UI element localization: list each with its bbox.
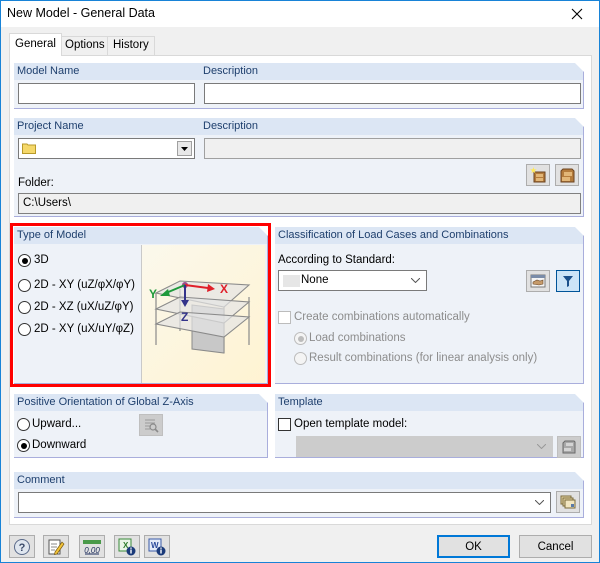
z-axis-upward-label: Upward... (32, 418, 82, 430)
drawer-icon (562, 440, 576, 454)
model-type-2d-xy-uxuy-radio[interactable] (18, 323, 31, 336)
create-combinations-checkbox[interactable] (278, 311, 291, 324)
edit-button[interactable] (43, 535, 69, 558)
tab-general[interactable]: General (9, 33, 62, 56)
filter-button[interactable] (556, 270, 580, 292)
word-info-button[interactable]: W (144, 535, 170, 558)
stacked-windows-icon (560, 495, 576, 509)
type-of-model-group: Type of Model 3D 2D - XY (uZ/φX/φY) 2D -… (14, 227, 268, 384)
document-search-icon (145, 419, 159, 433)
project-dropdown-arrow[interactable] (177, 141, 192, 156)
axis-x-label: X (220, 282, 228, 296)
units-decimal-icon: 0,00 (83, 539, 101, 555)
model-type-2d-xz-label: 2D - XZ (uX/uZ/φY) (34, 301, 134, 313)
folder-label: Folder: (18, 177, 54, 189)
svg-text:?: ? (19, 542, 26, 554)
model-name-label: Model Name (17, 65, 80, 77)
z-axis-upward-radio[interactable] (17, 418, 30, 431)
type-of-model-header: Type of Model (14, 227, 268, 244)
tab-history[interactable]: History (107, 36, 155, 55)
help-icon: ? (14, 538, 30, 555)
create-combinations-label: Create combinations automatically (294, 311, 470, 323)
model-description-input[interactable] (204, 83, 581, 104)
classification-group: Classification of Load Cases and Combina… (275, 227, 584, 384)
standard-flag-icon (283, 275, 300, 287)
chevron-down-icon (181, 146, 188, 151)
excel-info-icon: X (118, 538, 136, 555)
model-name-group: Model Name Description (14, 63, 584, 109)
model-type-3d-radio[interactable] (18, 254, 31, 267)
comment-dropdown[interactable] (18, 492, 551, 513)
folder-path-value: C:\Users\ (23, 197, 71, 209)
model-preview-image: X Y Z (141, 245, 265, 383)
z-axis-header: Positive Orientation of Global Z-Axis (14, 394, 268, 411)
folder-icon (22, 143, 36, 154)
word-info-icon: W (148, 538, 166, 555)
model-type-2d-xy-uz-radio[interactable] (18, 279, 31, 292)
comment-header: Comment (14, 472, 584, 489)
project-group: Project Name Description Folder: C:\User… (14, 118, 584, 217)
load-combinations-radio[interactable] (294, 332, 307, 345)
new-project-drawer-icon (530, 167, 546, 183)
template-browse-button[interactable] (557, 436, 581, 458)
filter-icon (563, 275, 573, 287)
model-type-2d-xy-uxuy-label: 2D - XY (uX/uY/φZ) (34, 323, 134, 335)
result-combinations-radio[interactable] (294, 352, 307, 365)
model-name-input[interactable] (18, 83, 195, 104)
z-axis-downward-radio[interactable] (17, 439, 30, 452)
z-axis-details-button[interactable] (139, 414, 163, 436)
standard-label: According to Standard: (278, 254, 395, 266)
folder-path-field[interactable]: C:\Users\ (18, 193, 581, 214)
project-group-header: Project Name Description (14, 118, 584, 135)
template-group: Template Open template model: (275, 394, 584, 458)
project-manager-drawer-icon (560, 168, 575, 183)
excel-info-button[interactable]: X (114, 535, 140, 558)
load-combinations-label: Load combinations (309, 332, 406, 344)
window-title: New Model - General Data (7, 6, 155, 20)
axis-z-label: Z (181, 310, 188, 324)
comment-library-button[interactable] (556, 491, 580, 513)
standard-dropdown[interactable]: None (278, 270, 427, 291)
tab-options[interactable]: Options (59, 36, 111, 55)
title-bar: New Model - General Data (1, 1, 599, 27)
template-model-dropdown[interactable] (296, 436, 553, 457)
cancel-button[interactable]: Cancel (519, 535, 592, 558)
standard-settings-button[interactable] (526, 270, 550, 292)
chevron-down-icon (535, 500, 544, 505)
close-icon (571, 8, 583, 20)
project-description-input[interactable] (204, 138, 581, 159)
classification-header: Classification of Load Cases and Combina… (275, 227, 584, 244)
model-group-header: Model Name Description (14, 63, 584, 80)
model-type-2d-xz-radio[interactable] (18, 301, 31, 314)
units-button[interactable]: 0,00 (79, 535, 105, 558)
model-type-2d-xy-uz-label: 2D - XY (uZ/φX/φY) (34, 279, 135, 291)
standard-value: None (301, 274, 329, 286)
z-axis-downward-label: Downward (32, 439, 87, 451)
handshake-icon (530, 274, 546, 288)
chevron-down-icon (537, 444, 546, 449)
comment-group: Comment (14, 472, 584, 518)
structure-axes-illustration: X Y Z (149, 280, 251, 354)
project-name-dropdown[interactable] (18, 138, 195, 159)
project-manager-button[interactable] (555, 164, 579, 186)
project-description-label: Description (203, 120, 259, 132)
dialog-window: New Model - General Data General Options… (0, 0, 600, 563)
edit-document-icon (48, 539, 65, 555)
chevron-down-icon (411, 278, 420, 283)
open-template-checkbox[interactable] (278, 418, 291, 431)
result-combinations-label: Result combinations (for linear analysis… (309, 352, 538, 364)
open-template-label: Open template model: (294, 418, 408, 430)
ok-button[interactable]: OK (437, 535, 510, 558)
project-name-label: Project Name (17, 120, 84, 132)
new-project-button[interactable] (526, 164, 550, 186)
z-axis-group: Positive Orientation of Global Z-Axis Up… (14, 394, 268, 458)
model-description-label: Description (203, 65, 259, 77)
template-header: Template (275, 394, 584, 411)
axis-y-label: Y (149, 287, 157, 301)
model-type-3d-label: 3D (34, 254, 49, 266)
help-button[interactable]: ? (9, 535, 35, 558)
close-button[interactable] (559, 1, 595, 27)
